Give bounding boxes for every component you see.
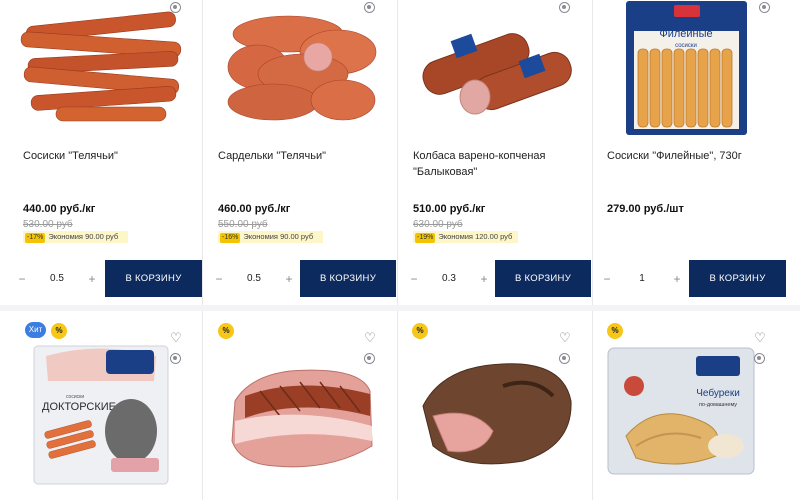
- favorite-icon[interactable]: ♡: [363, 331, 377, 344]
- add-to-cart-button[interactable]: В КОРЗИНУ: [495, 260, 591, 297]
- quantity-stepper: − 0.3 +: [402, 260, 496, 297]
- savings-badge: -19% Экономия 120.00 руб: [413, 231, 518, 243]
- favorite-icon[interactable]: ♡: [558, 331, 572, 344]
- quantity-value[interactable]: 1: [639, 273, 645, 284]
- product-name[interactable]: Колбаса варено-копченая "Балыковая": [413, 148, 580, 180]
- decrease-button[interactable]: −: [10, 272, 34, 286]
- product-image[interactable]: [10, 0, 192, 138]
- quick-view-icon[interactable]: [759, 2, 770, 13]
- package-sublabel: по-домашнему: [698, 402, 736, 408]
- product-price: 460.00 руб./кг: [218, 203, 291, 215]
- decrease-button[interactable]: −: [595, 272, 619, 286]
- product-image[interactable]: [213, 331, 387, 491]
- product-card[interactable]: ♡: [203, 311, 398, 500]
- savings-badge: -17% Экономия 90.00 руб: [23, 231, 128, 243]
- increase-button[interactable]: +: [665, 272, 689, 286]
- product-old-price: 530.00 руб: [23, 219, 73, 230]
- product-card[interactable]: Чебуреки по-домашнему ♡: [593, 311, 800, 500]
- quantity-value[interactable]: 0.3: [442, 273, 456, 284]
- product-image[interactable]: [408, 0, 582, 138]
- product-image[interactable]: Филейные сосиски: [623, 0, 750, 138]
- discount-badge: %: [412, 323, 428, 339]
- product-name[interactable]: Сосиски "Филейные", 730г: [607, 148, 788, 164]
- add-to-cart-button[interactable]: В КОРЗИНУ: [689, 260, 786, 297]
- product-price: 510.00 руб./кг: [413, 203, 486, 215]
- increase-button[interactable]: +: [80, 272, 104, 286]
- product-card[interactable]: Филейные сосиски Сосиски "Филейные", 730…: [593, 0, 800, 305]
- package-label: ДОКТОРСКИЕ: [42, 401, 116, 413]
- product-image[interactable]: сосиски ДОКТОРСКИЕ: [10, 331, 192, 491]
- savings-text: Экономия 120.00 руб: [438, 232, 513, 241]
- package-label: Филейные: [659, 28, 712, 40]
- product-price: 440.00 руб./кг: [23, 203, 96, 215]
- increase-button[interactable]: +: [277, 272, 301, 286]
- product-old-price: 630.00 руб: [413, 219, 463, 230]
- favorite-icon[interactable]: ♡: [753, 331, 767, 344]
- quick-view-icon[interactable]: [559, 2, 570, 13]
- discount-percent: -19%: [415, 233, 436, 243]
- savings-text: Экономия 90.00 руб: [48, 232, 119, 241]
- discount-badge: %: [218, 323, 234, 339]
- product-image[interactable]: Чебуреки по-домашнему: [601, 331, 760, 491]
- package-sublabel: сосиски: [675, 43, 697, 49]
- product-card[interactable]: сосиски ДОКТОРСКИЕ ♡: [0, 311, 203, 500]
- product-grid: Сосиски "Телячьи" 440.00 руб./кг 530.00 …: [0, 0, 800, 500]
- quick-view-icon[interactable]: [364, 2, 375, 13]
- quantity-value[interactable]: 0.5: [247, 273, 261, 284]
- product-price: 279.00 руб./шт: [607, 203, 684, 215]
- quick-view-icon[interactable]: [170, 2, 181, 13]
- discount-badge: %: [607, 323, 623, 339]
- quick-view-icon[interactable]: [754, 353, 765, 364]
- product-card[interactable]: Колбаса варено-копченая "Балыковая" 510.…: [398, 0, 593, 305]
- hit-badge: Хит: [25, 322, 46, 338]
- favorite-icon[interactable]: ♡: [169, 331, 183, 344]
- decrease-button[interactable]: −: [207, 272, 231, 286]
- quantity-stepper: − 1 +: [595, 260, 689, 297]
- package-sublabel: сосиски: [66, 394, 84, 400]
- discount-badge: %: [51, 323, 67, 339]
- product-card[interactable]: ♡: [398, 311, 593, 500]
- increase-button[interactable]: +: [472, 272, 496, 286]
- product-image[interactable]: [213, 0, 387, 138]
- product-old-price: 550.00 руб: [218, 219, 268, 230]
- add-to-cart-button[interactable]: В КОРЗИНУ: [300, 260, 396, 297]
- product-name[interactable]: Сосиски "Телячьи": [23, 148, 190, 164]
- decrease-button[interactable]: −: [402, 272, 426, 286]
- quantity-stepper: − 0.5 +: [207, 260, 301, 297]
- product-card[interactable]: Сардельки "Телячьи" 460.00 руб./кг 550.0…: [203, 0, 398, 305]
- discount-percent: -17%: [25, 233, 46, 243]
- add-to-cart-button[interactable]: В КОРЗИНУ: [105, 260, 202, 297]
- package-label: Чебуреки: [696, 387, 740, 399]
- product-image[interactable]: [408, 331, 582, 491]
- quick-view-icon[interactable]: [364, 353, 375, 364]
- savings-badge: -16% Экономия 90.00 руб: [218, 231, 323, 243]
- quick-view-icon[interactable]: [559, 353, 570, 364]
- quantity-stepper: − 0.5 +: [10, 260, 104, 297]
- product-name[interactable]: Сардельки "Телячьи": [218, 148, 385, 164]
- quick-view-icon[interactable]: [170, 353, 181, 364]
- savings-text: Экономия 90.00 руб: [243, 232, 314, 241]
- discount-percent: -16%: [220, 233, 241, 243]
- quantity-value[interactable]: 0.5: [50, 273, 64, 284]
- product-card[interactable]: Сосиски "Телячьи" 440.00 руб./кг 530.00 …: [0, 0, 203, 305]
